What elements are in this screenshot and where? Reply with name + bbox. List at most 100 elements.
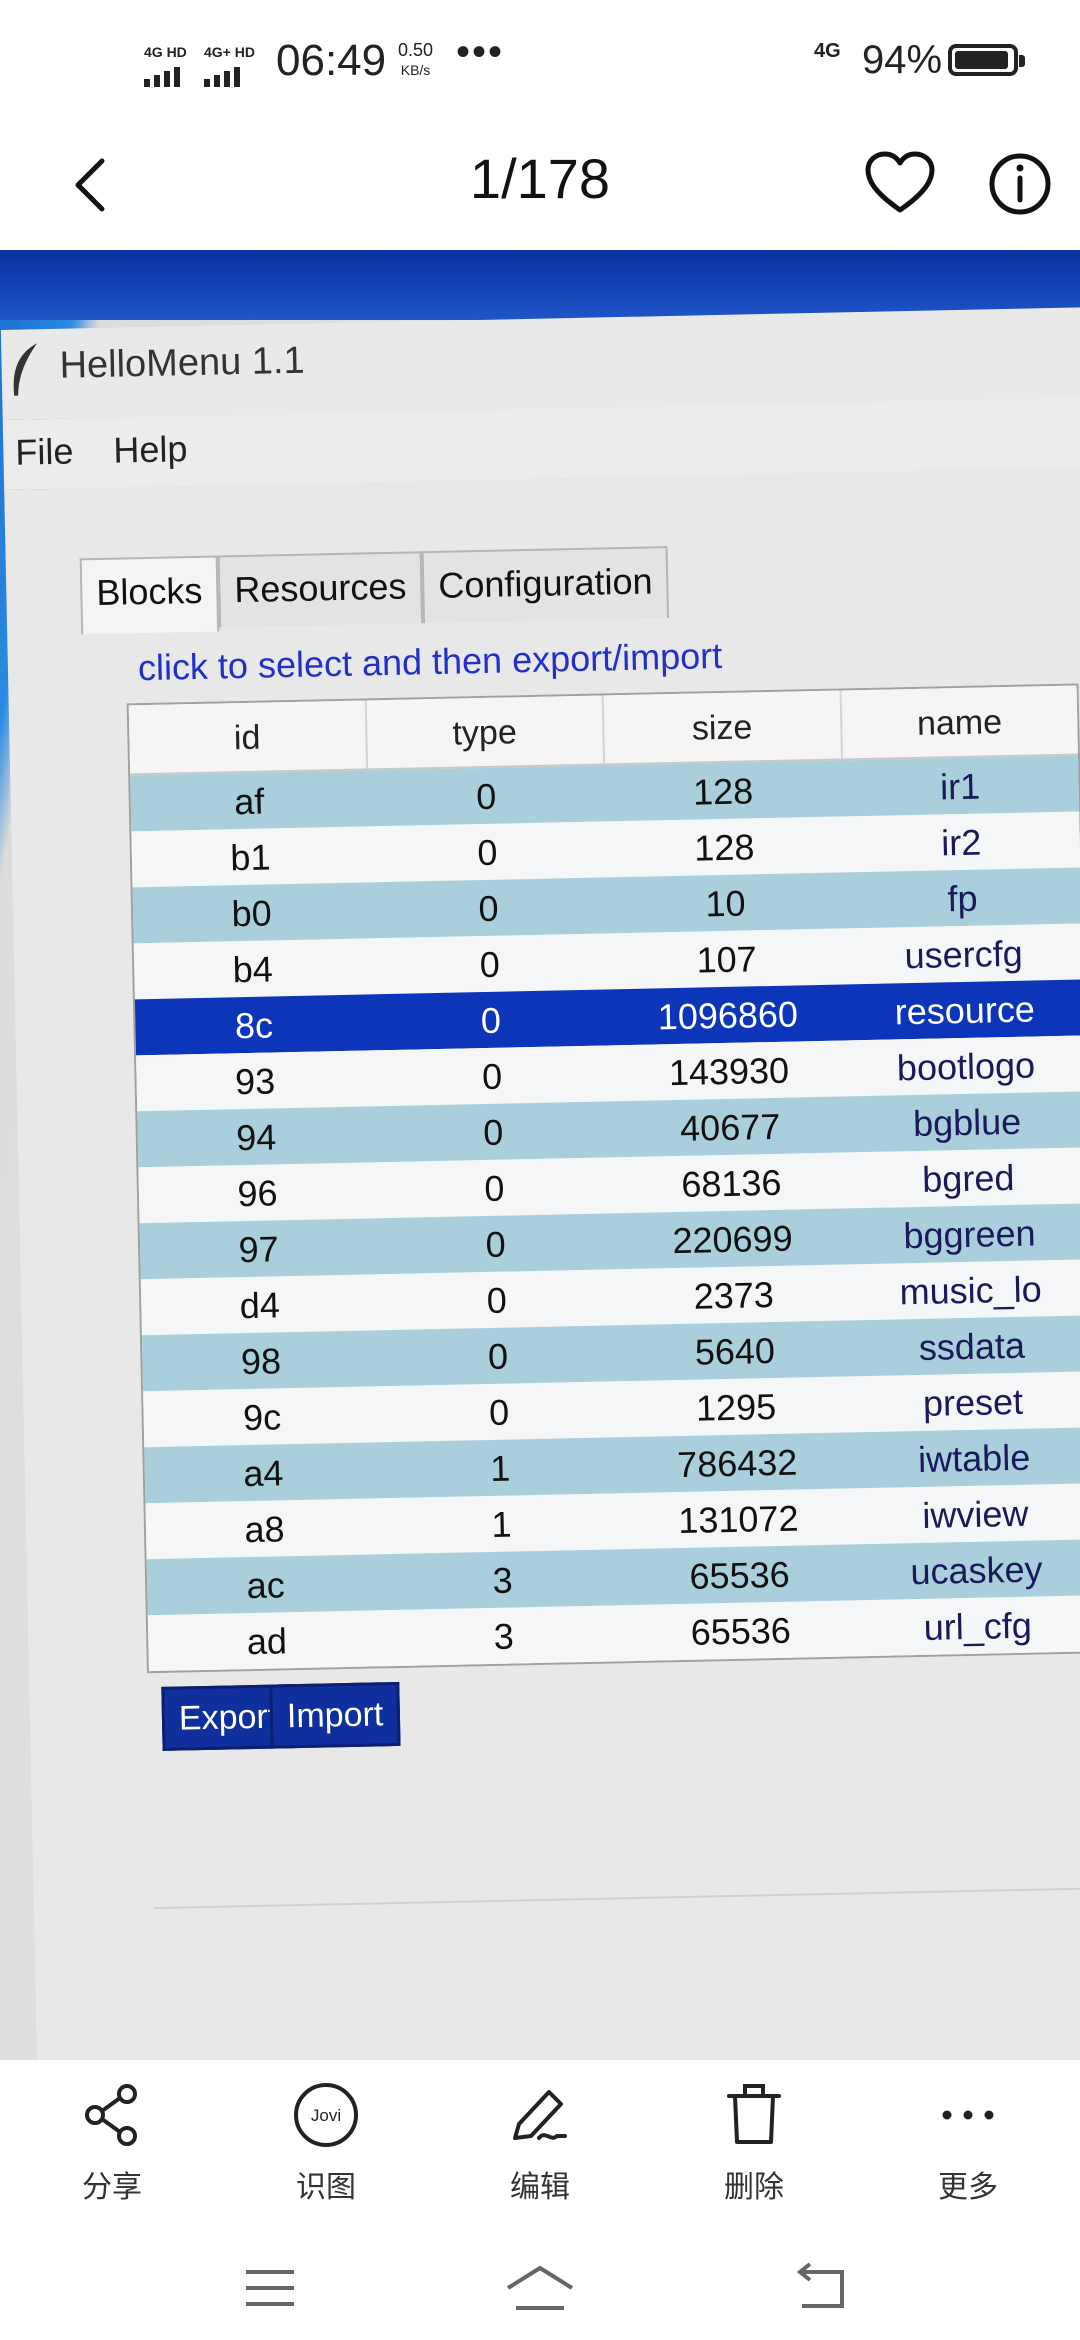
status-bar: 4G HD 4G+ HD 06:49 0.50 KB/s ••• 4G 94% [0, 0, 1080, 120]
delete-label: 删除 [724, 2171, 784, 2204]
cell-id: 9c [242, 1396, 282, 1439]
column-header-type[interactable]: type [366, 695, 606, 769]
clock: 06:49 [276, 36, 387, 85]
cell-name: bootlogo [896, 1044, 1036, 1089]
tab-bar: Blocks Resources Configuration [79, 546, 670, 635]
cell-type: 0 [483, 1167, 505, 1210]
cell-size: 220699 [672, 1217, 794, 1262]
cell-type: 0 [479, 943, 501, 986]
menu-help[interactable]: Help [113, 428, 188, 472]
import-button[interactable]: Import [269, 1681, 401, 1749]
share-label: 分享 [82, 2171, 142, 2204]
more-label: 更多 [938, 2171, 998, 2204]
cell-size: 1295 [695, 1385, 777, 1429]
info-icon[interactable] [980, 144, 1060, 224]
menu-file[interactable]: File [15, 431, 74, 474]
edit-icon [513, 2090, 567, 2140]
jovi-icon-text: Jovi [311, 2106, 341, 2125]
cell-size: 10 [705, 882, 746, 925]
network-speed-value: 0.50 [398, 40, 434, 60]
column-header-id[interactable]: id [128, 700, 368, 774]
cell-size: 2373 [693, 1274, 775, 1317]
cell-size: 40677 [679, 1105, 781, 1149]
cell-type: 0 [475, 775, 497, 818]
cell-size: 1096860 [657, 993, 799, 1038]
battery-percent: 94% [862, 38, 943, 82]
cell-name: iwtable [917, 1436, 1031, 1481]
cell-size: 68136 [680, 1161, 782, 1205]
delete-icon [727, 2084, 781, 2144]
tab-resources[interactable]: Resources [217, 551, 424, 628]
sim1-label: 4G HD [144, 44, 187, 60]
cell-name: preset [922, 1380, 1024, 1424]
home-nav-icon[interactable] [500, 2258, 580, 2318]
cell-name: bgred [921, 1156, 1015, 1200]
cell-size: 786432 [676, 1441, 798, 1486]
cell-size: 65536 [690, 1609, 792, 1653]
network-speed-unit: KB/s [400, 62, 431, 78]
battery-icon [948, 44, 1025, 76]
cell-size: 128 [692, 770, 754, 813]
cell-name: fp [947, 877, 978, 920]
favorite-heart-icon[interactable] [860, 144, 940, 224]
edit-button[interactable]: 编辑 [460, 2080, 620, 2206]
more-button[interactable]: 更多 [888, 2080, 1048, 2206]
cell-name: ir2 [940, 821, 982, 864]
cell-name: resource [894, 988, 1036, 1033]
sim2-signal-icon: 4G+ HD [204, 40, 255, 87]
cell-id: a8 [244, 1508, 285, 1551]
action-bar: 分享 Jovi 识图 编辑 删除 更多 [0, 2060, 1080, 2230]
sim1-signal-icon: 4G HD [144, 40, 187, 87]
cell-id: 8c [234, 1004, 274, 1047]
cell-type: 0 [485, 1223, 507, 1266]
identify-image-button[interactable]: Jovi 识图 [246, 2080, 406, 2206]
column-header-size[interactable]: size [603, 690, 843, 764]
cell-id: ad [246, 1620, 288, 1663]
delete-button[interactable]: 删除 [674, 2080, 834, 2206]
cell-id: 97 [238, 1228, 280, 1271]
main-panel: Blocks Resources Configuration click to … [4, 466, 1080, 2060]
cell-id: 94 [235, 1116, 277, 1159]
network-speed: 0.50 KB/s [398, 40, 433, 80]
cell-name: ssdata [918, 1324, 1026, 1368]
cell-name: url_cfg [923, 1604, 1033, 1648]
cell-size: 143930 [668, 1049, 790, 1094]
more-icon [942, 2110, 994, 2120]
sim-right-signal-icon: 4G [814, 40, 841, 62]
back-nav-icon[interactable] [780, 2258, 860, 2318]
cell-type: 3 [493, 1615, 515, 1657]
cell-id: b0 [231, 892, 273, 935]
cell-type: 0 [482, 1111, 504, 1154]
tab-configuration[interactable]: Configuration [421, 546, 670, 624]
cell-type: 0 [478, 887, 500, 930]
share-icon [85, 2084, 137, 2146]
panel-divider [153, 1886, 1080, 1910]
cell-size: 65536 [689, 1553, 791, 1597]
cell-name: bgblue [912, 1100, 1022, 1145]
cell-id: 96 [237, 1172, 278, 1215]
cell-name: ucaskey [910, 1548, 1043, 1593]
cell-id: af [233, 780, 265, 823]
viewer-top-bar: 1/178 [0, 120, 1080, 250]
cell-id: ac [246, 1564, 286, 1607]
status-more-icon: ••• [456, 30, 505, 74]
cell-type: 0 [486, 1279, 508, 1322]
share-button[interactable]: 分享 [32, 2080, 192, 2206]
cell-id: 98 [240, 1340, 282, 1383]
tab-blocks[interactable]: Blocks [79, 555, 220, 635]
cell-name: ir1 [939, 765, 981, 808]
photo-image: HelloMenu 1.1 File Help Blocks Resources… [0, 250, 1080, 2060]
instruction-text: click to select and then export/import [137, 634, 723, 689]
cell-id: b1 [229, 836, 271, 879]
edit-label: 编辑 [510, 2171, 570, 2204]
cell-id: a4 [242, 1452, 284, 1495]
column-header-name[interactable]: name [841, 686, 1078, 759]
cell-type: 3 [492, 1559, 514, 1601]
menu-nav-icon[interactable] [230, 2258, 310, 2318]
cell-type: 0 [481, 1055, 503, 1098]
cell-size: 107 [696, 938, 758, 981]
app-window: HelloMenu 1.1 File Help Blocks Resources… [0, 267, 1080, 2060]
cell-name: bggreen [903, 1212, 1036, 1257]
cell-type: 1 [491, 1503, 512, 1545]
battery-fill [955, 51, 1008, 69]
